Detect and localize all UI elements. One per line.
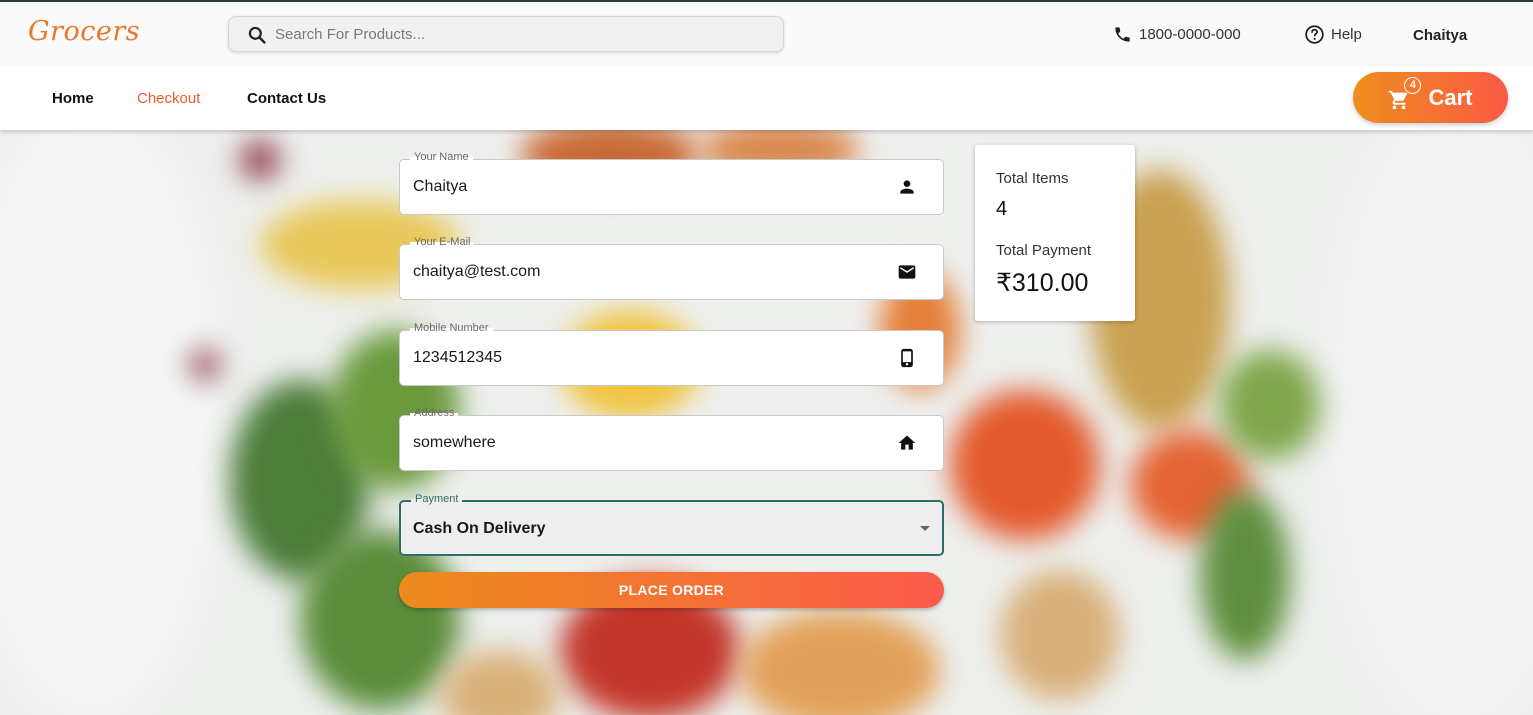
phone-contact[interactable]: 1800-0000-000 — [1113, 25, 1241, 44]
mobile-label: Mobile Number — [410, 322, 493, 334]
payment-value: Cash On Delivery — [413, 520, 546, 537]
place-order-button[interactable]: PLACE ORDER — [399, 572, 944, 608]
nav-bar: Home Checkout Contact Us 4 Cart — [0, 66, 1533, 130]
caret-down-icon — [920, 526, 930, 531]
email-field[interactable]: Your E-Mail — [399, 236, 944, 300]
logo[interactable]: Grocers — [28, 16, 140, 47]
home-icon — [898, 435, 916, 450]
payment-select[interactable]: Payment Cash On Delivery — [399, 493, 944, 556]
cart-label: Cart — [1428, 84, 1473, 110]
address-field[interactable]: Address — [399, 407, 944, 471]
cart-count-badge: 4 — [1404, 76, 1422, 94]
top-bar: Grocers 1800-0000-000 Help Chaitya — [0, 0, 1533, 66]
nav-contact-us[interactable]: Contact Us — [247, 90, 326, 107]
mail-icon — [898, 265, 916, 279]
email-label: Your E-Mail — [410, 236, 475, 248]
nav-home[interactable]: Home — [52, 90, 94, 107]
address-label: Address — [410, 407, 459, 419]
search-box[interactable] — [228, 16, 784, 52]
total-items-value: 4 — [996, 198, 1008, 220]
mobile-input[interactable] — [413, 349, 873, 367]
total-items-label: Total Items — [996, 170, 1069, 187]
nav-checkout[interactable]: Checkout — [137, 90, 200, 107]
name-label: Your Name — [410, 151, 473, 163]
search-icon — [248, 26, 266, 44]
person-icon — [900, 180, 914, 194]
total-payment-value: ₹310.00 — [996, 269, 1089, 297]
user-name[interactable]: Chaitya — [1413, 27, 1467, 44]
cart-icon-wrapper: 4 — [1388, 76, 1422, 110]
payment-label: Payment — [411, 493, 463, 505]
order-summary-card: Total Items 4 Total Payment ₹310.00 — [975, 145, 1135, 321]
help-label: Help — [1331, 26, 1362, 43]
phone-number: 1800-0000-000 — [1139, 26, 1241, 43]
address-input[interactable] — [413, 434, 873, 452]
email-input[interactable] — [413, 263, 873, 281]
mobile-field[interactable]: Mobile Number — [399, 322, 944, 386]
name-input[interactable] — [413, 178, 873, 196]
total-payment-label: Total Payment — [996, 242, 1092, 259]
search-input[interactable] — [275, 17, 765, 51]
phone-icon — [1115, 27, 1130, 42]
name-field[interactable]: Your Name — [399, 151, 944, 215]
cart-button[interactable]: 4 Cart — [1353, 72, 1508, 123]
help-icon — [1305, 25, 1324, 44]
phone-icon — [901, 348, 913, 368]
help-link[interactable]: Help — [1304, 24, 1362, 45]
